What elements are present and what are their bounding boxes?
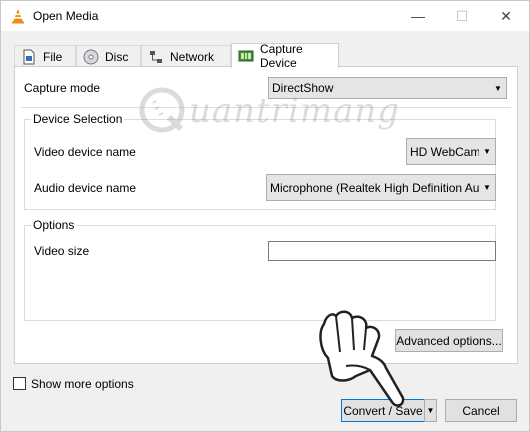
chevron-down-icon: ▼ [426, 406, 435, 415]
video-device-select[interactable]: HD WebCam ▼ [406, 138, 496, 165]
tab-network-label: Network [170, 49, 215, 64]
options-title: Options [31, 218, 77, 232]
show-more-options-label[interactable]: Show more options [31, 377, 134, 391]
chevron-down-icon: ▼ [483, 183, 491, 192]
tab-file[interactable]: File [14, 45, 76, 67]
capture-mode-value: DirectShow [272, 81, 334, 95]
vlc-cone-icon [10, 8, 26, 24]
tab-capture-device-label: Capture Device [260, 42, 303, 70]
audio-device-value: Microphone (Realtek High Definition Audi… [270, 180, 479, 195]
file-icon [21, 49, 37, 65]
tab-file-label: File [43, 49, 63, 64]
minimize-icon: — [411, 8, 425, 24]
device-selection-title: Device Selection [31, 112, 125, 126]
capture-mode-label: Capture mode [24, 81, 101, 95]
tab-disc-label: Disc [105, 49, 129, 64]
audio-device-select[interactable]: Microphone (Realtek High Definition Audi… [266, 174, 496, 201]
disc-icon [83, 49, 99, 65]
video-device-value: HD WebCam [410, 144, 479, 159]
audio-device-label: Audio device name [34, 181, 137, 195]
video-size-input[interactable] [268, 241, 496, 261]
cancel-button[interactable]: Cancel [445, 399, 517, 422]
maximize-icon: ☐ [455, 7, 469, 24]
chevron-down-icon: ▼ [494, 83, 502, 93]
close-button[interactable]: ✕ [483, 1, 529, 31]
convert-save-dropdown[interactable]: ▼ [424, 399, 437, 422]
maximize-button[interactable]: ☐ [439, 1, 485, 31]
capture-device-panel: Capture mode DirectShow ▼ Device Selecti… [14, 66, 518, 364]
tab-capture-device[interactable]: Capture Device [231, 42, 339, 70]
tab-network[interactable]: Network [141, 45, 231, 67]
convert-save-button[interactable]: Convert / Save [341, 399, 425, 422]
video-size-label: Video size [34, 244, 90, 258]
options-group: Options Video size [24, 218, 496, 321]
minimize-button[interactable]: — [395, 1, 441, 31]
capture-mode-select[interactable]: DirectShow ▼ [268, 77, 507, 99]
divider [21, 107, 511, 108]
capture-device-icon [238, 48, 254, 64]
open-media-dialog: Open Media — ☐ ✕ File Disc Network Captu… [0, 0, 530, 432]
show-more-options-checkbox[interactable] [13, 377, 26, 390]
tab-disc[interactable]: Disc [76, 45, 141, 67]
advanced-options-button[interactable]: Advanced options... [395, 329, 503, 352]
device-selection-group: Device Selection Video device name HD We… [24, 112, 496, 210]
window-title: Open Media [33, 9, 99, 23]
close-icon: ✕ [500, 7, 512, 24]
network-icon [148, 49, 164, 65]
video-device-label: Video device name [34, 145, 136, 159]
title-bar: Open Media — ☐ ✕ [1, 1, 529, 31]
chevron-down-icon: ▼ [483, 147, 491, 156]
